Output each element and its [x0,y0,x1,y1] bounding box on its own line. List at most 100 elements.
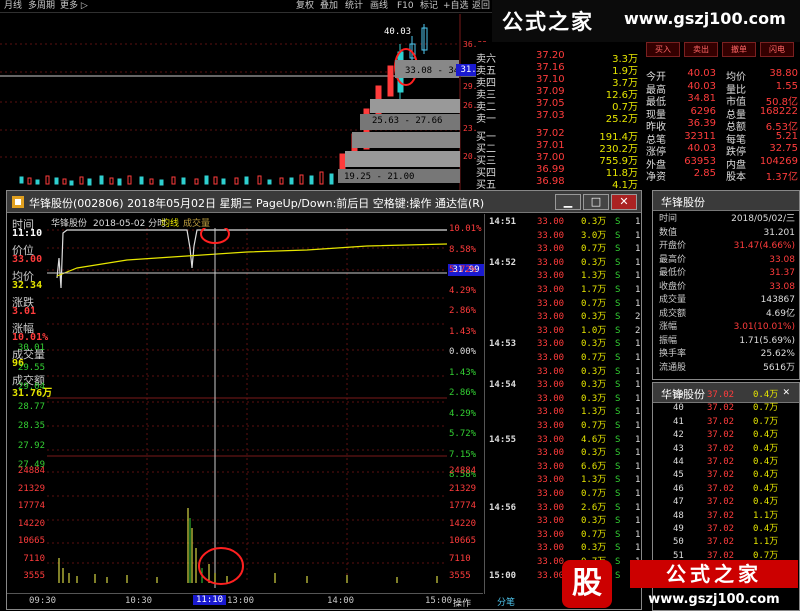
info-value: 25.62% [760,349,795,359]
tick-row: 33.00 0.3万 S 1 [485,542,642,554]
row-index: 46 [673,483,684,494]
volume-axis-label-left: 21329 [17,483,45,494]
tick-side: S [615,421,621,431]
tick-volume: 0.3万 [581,312,607,323]
menu-more[interactable]: 更多 ▷ [60,0,88,13]
volume-axis-label-left: 14220 [17,518,45,529]
row-price: 37.02 [707,403,735,414]
tick-side: S [615,407,621,418]
info-value: 33.08 [769,254,795,265]
menu-monthly[interactable]: 月线 [4,0,22,13]
percent-axis-label: 4.29% [449,285,477,296]
info-row: 换手率 25.62% [655,348,797,360]
tick-row: 33.00 1.7万 S 1 [485,284,642,296]
tick-count: 1 [635,421,641,431]
tick-count: 1 [635,407,641,418]
tick-side: S [615,475,621,486]
percent-axis-label: 1.43% [449,367,477,378]
price-axis-label: 27.92 [17,440,45,451]
tick-volume: 0.7万 [581,298,607,309]
info-row: 成交额 4.69亿 [655,308,797,320]
info-value: 31.37 [769,268,795,278]
time-label: 15:00 [425,596,453,606]
tick-time: 14:55 [489,434,517,445]
tick-side: S [615,339,621,350]
minimize-icon[interactable]: ▁ [555,194,581,210]
tick-row: 33.00 1.3万 S 1 [485,474,642,486]
ask-price: 37.05 [536,98,565,109]
tab-ticks[interactable]: 分笔 [497,595,515,608]
percent-axis-label: 5.72% [449,429,477,439]
popup-titlebar[interactable]: 华锋股份 [653,191,799,211]
window-titlebar[interactable]: 华锋股份(002806) 2018年05月02日 星期三 PageUp/Down… [7,191,641,213]
row-price: 37.02 [707,470,735,481]
tab-operate[interactable]: 操作 [453,596,471,609]
volume-axis-label-left: 24884 [17,466,45,476]
tick-price: 33.00 [537,325,565,336]
maximize-icon[interactable]: □ [583,194,609,210]
flash-trade-button[interactable]: 闪电 [760,42,794,57]
menu-mark[interactable]: 标记 [420,0,438,13]
menu-back[interactable]: 返回 [472,0,490,13]
chart-subheader: 华锋股份 2018-05-02 分时 均线 成交量 [7,214,487,229]
stat-value: 168222 [759,105,798,117]
info-key: 成交量 [659,295,687,305]
tick-price: 33.00 [537,244,565,255]
row-index: 44 [673,457,684,467]
row-volume: 0.4万 [753,390,779,400]
tick-price: 33.00 [537,407,565,418]
info-key: 成交额 [659,308,687,319]
volume-axis-label: 3555 [449,571,471,581]
info-row: 数值 31.201 [655,227,797,239]
menu-f10[interactable]: F10 [397,0,414,13]
sell-button[interactable]: 卖出 [684,42,718,57]
tick-side: S [615,217,621,227]
tick-volume: 0.3万 [581,339,607,350]
tick-volume: 0.3万 [581,380,607,391]
info-key: 最高价 [659,254,687,265]
window-title: 华锋股份(002806) 2018年05月02日 星期三 PageUp/Down… [29,197,485,210]
percent-axis-label: 5.72% [449,265,477,275]
volume-axis-label-left: 17774 [17,501,45,511]
row-index: 42 [673,430,684,441]
tick-side: S [615,516,621,527]
menu-overlay[interactable]: 叠加 [320,0,338,13]
row-index: 41 [673,416,684,427]
menu-add-watchlist[interactable]: +自选 [443,0,469,13]
info-value: 4.69亿 [765,308,795,319]
tick-row: 33.00 3.0万 S 1 [485,230,642,242]
tick-price: 33.00 [537,461,565,472]
buy-button[interactable]: 买入 [646,42,680,57]
kline-box-label: 25.63 - 27.66 [372,116,443,126]
tick-side: S [615,448,621,459]
tick-price: 33.00 [537,271,565,282]
row-volume: 0.4万 [753,457,779,467]
cancel-order-button[interactable]: 撤单 [722,42,756,57]
row-price: 37.02 [707,430,735,441]
tick-row: 33.00 0.3万 S 1 [485,366,642,378]
stat-value: 1.55 [775,80,798,92]
bid-volume: 4.1万 [612,180,638,191]
tick-popup-row: 48 37.02 1.1万 [653,510,799,522]
tick-volume: 0.3万 [581,257,607,268]
row-volume: 0.4万 [753,524,779,534]
tick-price: 33.00 [537,543,565,554]
row-price: 37.02 [707,457,735,467]
info-row: 收盘价 33.08 [655,281,797,293]
row-index: 39 [673,390,684,400]
menu-multi-period[interactable]: 多周期 [28,0,55,13]
tick-count: 1 [635,380,641,391]
tick-row: 14:55 33.00 4.6万 S 1 [485,434,642,446]
tick-price: 33.00 [537,448,565,459]
tick-side: S [615,502,621,513]
tick-volume: 1.7万 [581,285,607,295]
stat-value: 6296 [690,105,716,117]
menu-draw[interactable]: 画线 [370,0,388,13]
tick-row: 33.00 0.3万 S 1 [485,393,642,405]
menu-restore-rights[interactable]: 复权 [296,0,314,13]
close-icon[interactable]: ✕ [611,194,637,210]
menu-stats[interactable]: 统计 [345,0,363,13]
info-row: 流通股 5616万 [655,362,797,374]
stat-value: 1.37亿 [765,172,798,183]
tick-side: S [615,353,621,363]
